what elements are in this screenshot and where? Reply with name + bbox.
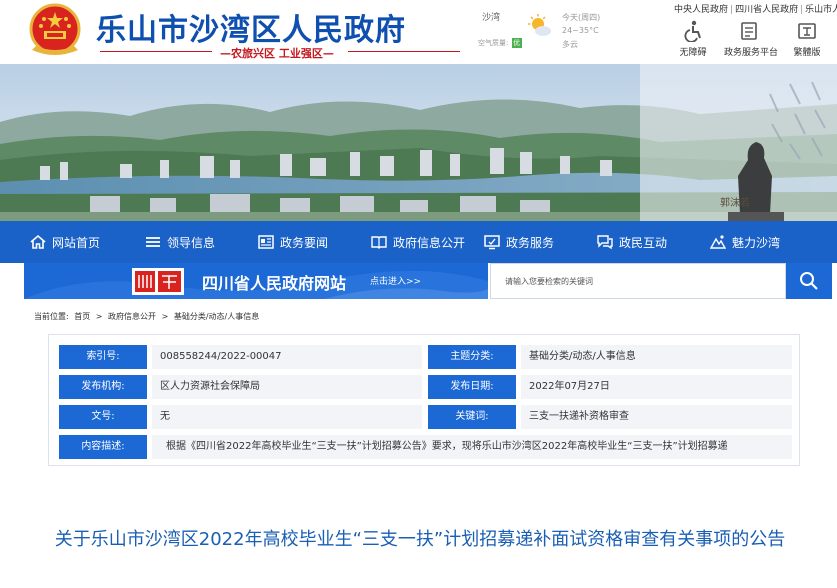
- meta-row: 文号: 无 关键词: 三支一扶递补资格审查: [59, 405, 792, 429]
- slogan-divider-right: [348, 51, 460, 52]
- meta-org-value: 区人力资源社会保障局: [152, 375, 422, 399]
- nav-item-label: 政务服务: [506, 235, 555, 250]
- top-link-separator: |: [800, 5, 804, 15]
- provincial-site-link[interactable]: 四川省人民政府网站 点击进入>>: [24, 263, 488, 299]
- accessibility-icon: [684, 20, 701, 42]
- weather-temperature: 24~35°C: [562, 26, 599, 35]
- partly-cloudy-icon: [528, 14, 551, 36]
- meta-keyword-label: 关键词:: [428, 405, 516, 429]
- breadcrumb-separator: >: [161, 312, 169, 321]
- service-platform-icon: [741, 22, 757, 40]
- meta-topic-value: 基础分类/动态/人事信息: [521, 345, 792, 369]
- breadcrumb-info-disclosure[interactable]: 政府信息公开: [108, 312, 156, 321]
- banner-signature: 郭沫若: [720, 196, 750, 209]
- nav-item-label: 领导信息: [167, 235, 216, 250]
- search-box: [490, 263, 786, 299]
- top-link-separator: |: [730, 5, 734, 15]
- nav-item-label: 魅力沙湾: [732, 235, 781, 250]
- chat-icon: [597, 235, 613, 250]
- service-platform-label: 政务服务平台: [724, 48, 779, 58]
- meta-row: 发布机构: 区人力资源社会保障局 发布日期: 2022年07月27日: [59, 375, 792, 399]
- top-link-central-gov[interactable]: 中央人民政府: [674, 5, 728, 15]
- meta-index-label: 索引号:: [59, 345, 147, 369]
- air-quality: 空气质量: 优: [478, 38, 522, 48]
- meta-date-label: 发布日期:: [428, 375, 516, 399]
- meta-org-label: 发布机构:: [59, 375, 147, 399]
- meta-desc-label: 内容描述:: [59, 435, 147, 459]
- meta-topic-label: 主题分类:: [428, 345, 516, 369]
- slogan-divider-left: [100, 51, 212, 52]
- meta-keyword-value: 三支一扶递补资格审查: [521, 405, 792, 429]
- provincial-enter-link[interactable]: 点击进入>>: [370, 274, 421, 287]
- top-link-sichuan-gov[interactable]: 四川省人民政府: [735, 5, 798, 15]
- nav-item-interaction[interactable]: 政民互动: [597, 221, 667, 263]
- main-nav: 网站首页 领导信息 政务要闻 政府信息公开 政务服务 政民互动 魅力沙湾: [0, 221, 837, 263]
- nav-item-label: 网站首页: [52, 235, 101, 250]
- weather-condition: 多云: [562, 40, 578, 49]
- home-icon: [30, 234, 46, 249]
- document-meta-table: 索引号: 008558244/2022-00047 主题分类: 基础分类/动态/…: [48, 334, 800, 466]
- nav-item-gov-service[interactable]: 政务服务: [484, 221, 554, 263]
- provincial-bar: 四川省人民政府网站 点击进入>>: [24, 263, 832, 299]
- provincial-site-name: 四川省人民政府网站: [202, 274, 347, 293]
- site-header: 乐山市沙湾区人民政府 —农旅兴区 工业强区— 沙湾 空气质量: 优 今天(周四)…: [0, 0, 837, 64]
- site-slogan-text: 农旅兴区 工业强区: [231, 47, 323, 60]
- site-title: 乐山市沙湾区人民政府: [96, 13, 406, 48]
- air-quality-label: 空气质量:: [478, 39, 509, 47]
- breadcrumb-category[interactable]: 基础分类/动态/人事信息: [174, 312, 259, 321]
- list-icon: [146, 237, 160, 247]
- breadcrumb-home[interactable]: 首页: [74, 312, 90, 321]
- nav-item-news[interactable]: 政务要闻: [258, 221, 328, 263]
- weather-today: 今天(周四): [562, 13, 601, 22]
- nav-item-info-disclosure[interactable]: 政府信息公开: [371, 221, 465, 263]
- accessibility-label: 无障碍: [679, 48, 707, 58]
- accessibility-button[interactable]: 无障碍: [668, 20, 718, 58]
- national-emblem-icon: [29, 3, 81, 55]
- search-button[interactable]: [786, 263, 832, 299]
- search-icon: [800, 272, 818, 290]
- nav-item-label: 政务要闻: [280, 235, 329, 250]
- meta-row: 索引号: 008558244/2022-00047 主题分类: 基础分类/动态/…: [59, 345, 792, 369]
- breadcrumb-separator: >: [95, 312, 103, 321]
- nav-item-leadership[interactable]: 领导信息: [145, 221, 215, 263]
- nav-item-charm-shawan[interactable]: 魅力沙湾: [710, 221, 780, 263]
- weather-place: 沙湾: [482, 13, 501, 23]
- search-input[interactable]: [505, 264, 775, 298]
- meta-desc-value: 根据《四川省2022年高校毕业生“三支一扶”计划招募公告》要求，现将乐山市沙湾区…: [152, 435, 792, 459]
- meta-index-value: 008558244/2022-00047: [152, 345, 422, 369]
- top-links: 中央人民政府|四川省人民政府|乐山市人民政府: [674, 2, 837, 15]
- traditional-chinese-label: 繁體版: [793, 48, 821, 58]
- meta-docno-value: 无: [152, 405, 422, 429]
- traditional-chinese-icon: [798, 23, 816, 39]
- nav-item-label: 政民互动: [619, 235, 668, 250]
- book-icon: [371, 236, 387, 249]
- weather-widget: 沙湾 空气质量: 优 今天(周四) 24~35°C 多云: [478, 8, 618, 54]
- monitor-icon: [484, 235, 500, 250]
- banner-image: 郭沫若: [0, 64, 837, 221]
- sichuan-logo-icon: [135, 271, 181, 292]
- nav-item-label: 政府信息公开: [393, 235, 466, 250]
- traditional-chinese-button[interactable]: 繁體版: [782, 20, 832, 58]
- site-slogan: —农旅兴区 工业强区—: [220, 47, 334, 60]
- breadcrumb-label: 当前位置:: [34, 312, 69, 321]
- provincial-logo: [132, 268, 184, 295]
- meta-row: 内容描述: 根据《四川省2022年高校毕业生“三支一扶”计划招募公告》要求，现将…: [59, 435, 792, 459]
- top-link-leshan-gov[interactable]: 乐山市人民政府: [805, 5, 837, 15]
- breadcrumb: 当前位置: 首页 > 政府信息公开 > 基础分类/动态/人事信息: [34, 311, 262, 322]
- meta-date-value: 2022年07月27日: [521, 375, 792, 399]
- nav-item-home[interactable]: 网站首页: [30, 221, 100, 263]
- mountain-icon: [710, 235, 726, 249]
- news-icon: [258, 235, 274, 249]
- service-platform-button[interactable]: 政务服务平台: [724, 20, 779, 58]
- meta-docno-label: 文号:: [59, 405, 147, 429]
- city-panorama: 郭沫若: [0, 64, 837, 221]
- aqi-badge: 优: [511, 38, 522, 48]
- article-title: 关于乐山市沙湾区2022年高校毕业生“三支一扶”计划招募递补面试资格审查有关事项…: [54, 529, 786, 550]
